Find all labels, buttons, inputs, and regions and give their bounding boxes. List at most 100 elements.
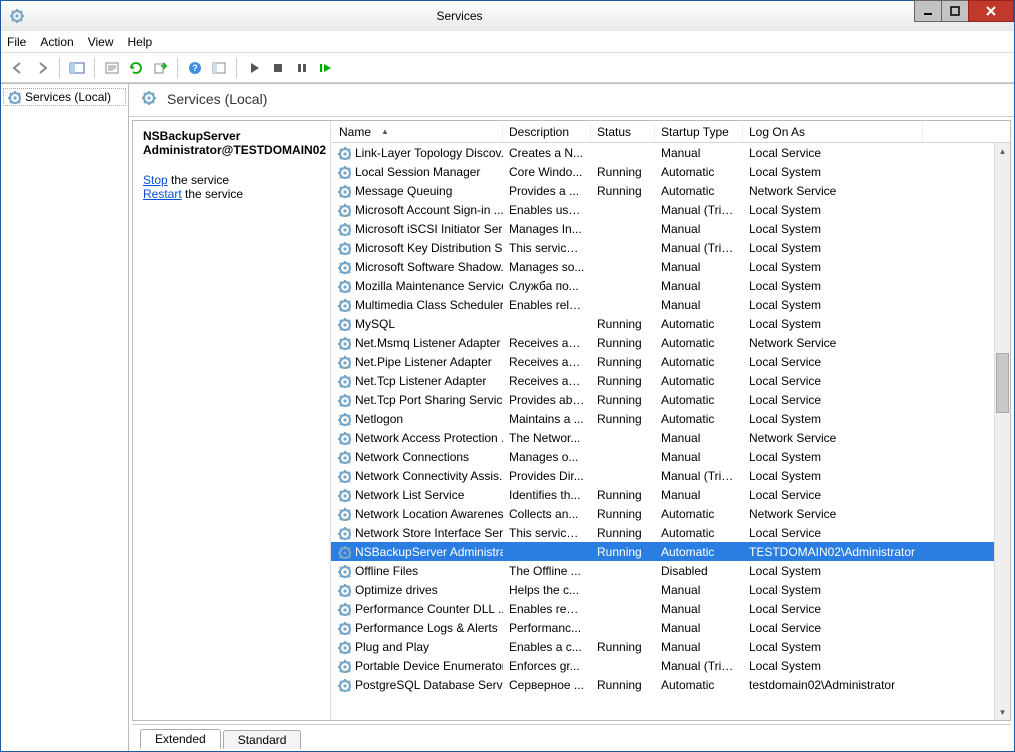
service-logon: Local Service <box>743 487 923 503</box>
table-row[interactable]: Message QueuingProvides a ...RunningAuto… <box>331 181 1010 200</box>
menu-help[interactable]: Help <box>128 35 153 49</box>
service-startup: Automatic <box>655 373 743 389</box>
service-status <box>591 266 655 268</box>
table-row[interactable]: Performance Logs & AlertsPerformanc...Ma… <box>331 618 1010 637</box>
service-status <box>591 627 655 629</box>
service-startup: Manual <box>655 221 743 237</box>
table-row[interactable]: Link-Layer Topology Discov...Creates a N… <box>331 143 1010 162</box>
service-description: Helps the c... <box>503 582 591 598</box>
table-row[interactable]: Performance Counter DLL ...Enables rem..… <box>331 599 1010 618</box>
start-service-button[interactable] <box>243 57 265 79</box>
table-row[interactable]: Microsoft Account Sign-in ...Enables use… <box>331 200 1010 219</box>
service-logon: Local System <box>743 202 923 218</box>
col-startup[interactable]: Startup Type <box>655 123 743 141</box>
table-row[interactable]: Microsoft Key Distribution S...This serv… <box>331 238 1010 257</box>
restart-service-button[interactable] <box>315 57 337 79</box>
table-row[interactable]: Plug and PlayEnables a c...RunningManual… <box>331 637 1010 656</box>
service-startup: Automatic <box>655 525 743 541</box>
col-name[interactable]: Name▲ <box>331 123 503 141</box>
properties-button[interactable] <box>101 57 123 79</box>
service-startup: Manual <box>655 487 743 503</box>
scroll-up-icon[interactable]: ▴ <box>995 143 1010 159</box>
service-description: Manages so... <box>503 259 591 275</box>
service-name: Net.Msmq Listener Adapter <box>355 336 500 350</box>
table-row[interactable]: Network List ServiceIdentifies th...Runn… <box>331 485 1010 504</box>
table-row[interactable]: Network Connectivity Assis...Provides Di… <box>331 466 1010 485</box>
tab-standard[interactable]: Standard <box>223 730 302 749</box>
grid-body[interactable]: Link-Layer Topology Discov...Creates a N… <box>331 143 1010 720</box>
export-button[interactable] <box>149 57 171 79</box>
col-description[interactable]: Description <box>503 123 591 141</box>
table-row[interactable]: Multimedia Class SchedulerEnables rela..… <box>331 295 1010 314</box>
tree-item-services-local[interactable]: Services (Local) <box>3 88 126 106</box>
col-logon[interactable]: Log On As <box>743 123 923 141</box>
service-name: Microsoft Software Shadow... <box>355 260 503 274</box>
service-description: This service ... <box>503 525 591 541</box>
service-startup: Disabled <box>655 563 743 579</box>
service-description: Служба по... <box>503 278 591 294</box>
show-hide-tree-button[interactable] <box>66 57 88 79</box>
menubar: File Action View Help <box>1 31 1014 53</box>
service-logon: Local System <box>743 411 923 427</box>
grid-header[interactable]: Name▲ Description Status Startup Type Lo… <box>331 121 1010 143</box>
service-status: Running <box>591 411 655 427</box>
service-logon: Network Service <box>743 183 923 199</box>
stop-service-button[interactable] <box>267 57 289 79</box>
table-row[interactable]: Microsoft iSCSI Initiator Ser...Manages … <box>331 219 1010 238</box>
console-tree[interactable]: Services (Local) <box>1 84 129 751</box>
table-row[interactable]: Net.Msmq Listener AdapterReceives act...… <box>331 333 1010 352</box>
table-row[interactable]: NetlogonMaintains a ...RunningAutomaticL… <box>331 409 1010 428</box>
table-row[interactable]: Local Session ManagerCore Windo...Runnin… <box>331 162 1010 181</box>
menu-view[interactable]: View <box>88 35 114 49</box>
table-row[interactable]: Microsoft Software Shadow...Manages so..… <box>331 257 1010 276</box>
refresh-button[interactable] <box>125 57 147 79</box>
restart-suffix: the service <box>182 187 243 201</box>
table-row[interactable]: Net.Tcp Listener AdapterReceives act...R… <box>331 371 1010 390</box>
close-button[interactable] <box>968 0 1014 22</box>
stop-suffix: the service <box>168 173 229 187</box>
table-row[interactable]: Net.Pipe Listener AdapterReceives act...… <box>331 352 1010 371</box>
stop-link[interactable]: Stop <box>143 173 168 187</box>
service-name: Multimedia Class Scheduler <box>355 298 503 312</box>
scroll-down-icon[interactable]: ▾ <box>995 704 1010 720</box>
service-description: Provides abi... <box>503 392 591 408</box>
service-startup: Manual <box>655 145 743 161</box>
help-button[interactable]: ? <box>184 57 206 79</box>
table-row[interactable]: Network Location AwarenessCollects an...… <box>331 504 1010 523</box>
service-startup: Automatic <box>655 164 743 180</box>
scrollbar[interactable]: ▴ ▾ <box>994 143 1010 720</box>
service-status: Running <box>591 639 655 655</box>
service-name: MySQL <box>355 317 395 331</box>
col-status[interactable]: Status <box>591 123 655 141</box>
table-row[interactable]: Portable Device Enumerator...Enforces gr… <box>331 656 1010 675</box>
table-row[interactable]: Network Access Protection ...The Networ.… <box>331 428 1010 447</box>
service-description: Receives act... <box>503 335 591 351</box>
service-logon: Local Service <box>743 145 923 161</box>
service-description: This service ... <box>503 240 591 256</box>
table-row[interactable]: PostgreSQL Database Server...Серверное .… <box>331 675 1010 694</box>
table-row[interactable]: MySQLRunningAutomaticLocal System <box>331 314 1010 333</box>
table-row[interactable]: Offline FilesThe Offline ...DisabledLoca… <box>331 561 1010 580</box>
table-row[interactable]: Mozilla Maintenance ServiceСлужба по...M… <box>331 276 1010 295</box>
pause-service-button[interactable] <box>291 57 313 79</box>
tab-extended[interactable]: Extended <box>140 729 221 749</box>
table-row[interactable]: Network ConnectionsManages o...ManualLoc… <box>331 447 1010 466</box>
menu-action[interactable]: Action <box>40 35 73 49</box>
table-row[interactable]: NSBackupServer Administra...RunningAutom… <box>331 542 1010 561</box>
table-row[interactable]: Network Store Interface Ser...This servi… <box>331 523 1010 542</box>
restart-link[interactable]: Restart <box>143 187 182 201</box>
menu-file[interactable]: File <box>7 35 26 49</box>
maximize-button[interactable] <box>941 0 969 22</box>
forward-button[interactable] <box>31 57 53 79</box>
service-description: Core Windo... <box>503 164 591 180</box>
help-topics-button[interactable] <box>208 57 230 79</box>
scroll-thumb[interactable] <box>996 353 1009 413</box>
minimize-button[interactable] <box>914 0 942 22</box>
services-grid[interactable]: Name▲ Description Status Startup Type Lo… <box>331 121 1010 720</box>
table-row[interactable]: Optimize drivesHelps the c...ManualLocal… <box>331 580 1010 599</box>
service-logon: Local Service <box>743 601 923 617</box>
back-button[interactable] <box>7 57 29 79</box>
table-row[interactable]: Net.Tcp Port Sharing ServiceProvides abi… <box>331 390 1010 409</box>
service-name: Performance Logs & Alerts <box>355 621 498 635</box>
app-icon <box>9 8 25 24</box>
